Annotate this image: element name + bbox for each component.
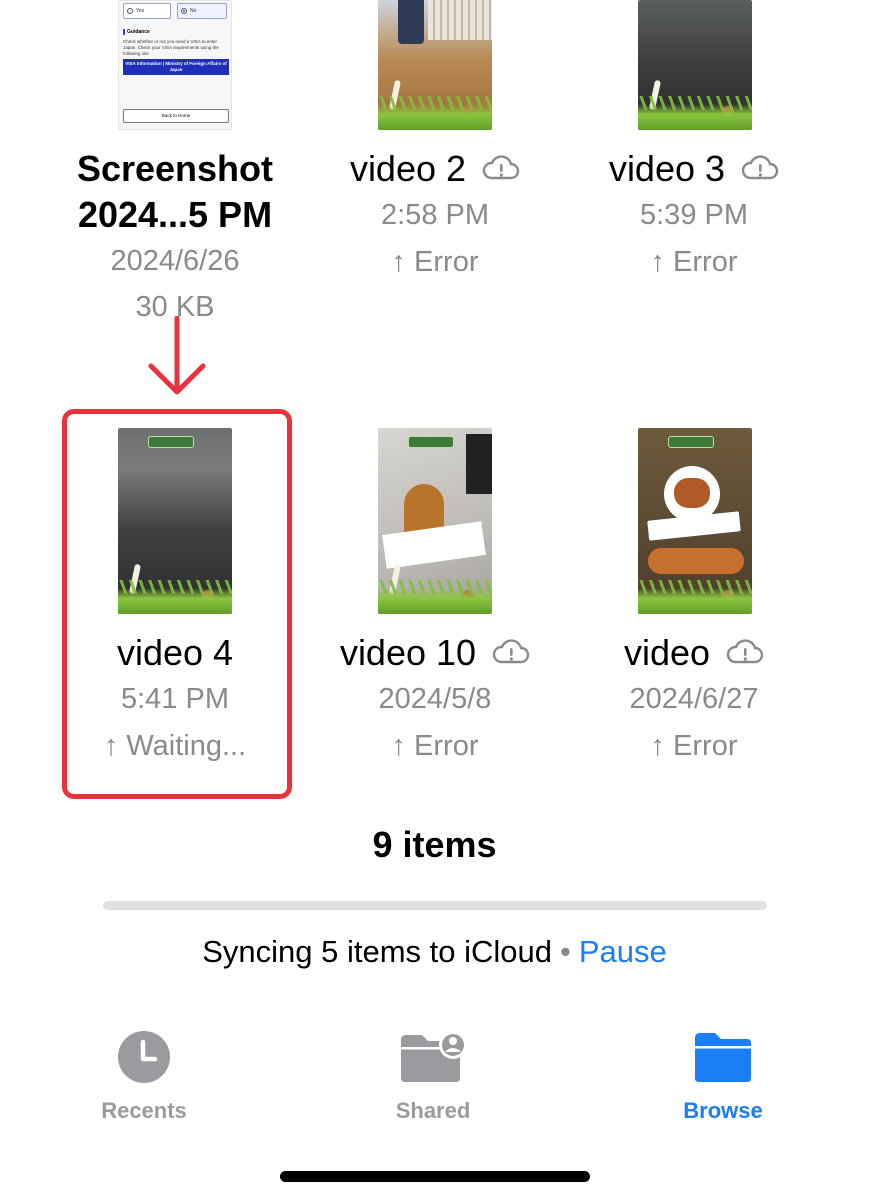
yes-option: Yes [123,3,171,19]
video-3-thumbnail[interactable] [638,0,752,130]
sign-sticker [148,436,194,448]
cloud-warning-icon [482,155,520,180]
file-date: 2024/5/8 [378,683,492,715]
laptop-image [466,434,492,494]
clock-icon [118,1031,170,1083]
grass-border [118,580,232,614]
cloud-warning-icon [741,155,779,180]
video-thumbnail[interactable] [638,428,752,614]
grass-border [638,580,752,614]
grass-border [378,96,492,130]
yes-label: Yes [136,8,145,14]
radio-icon [127,8,133,14]
guidance-heading: Guidance [123,29,150,35]
sync-progress-bar [103,901,767,910]
file-name-row: video 10 [315,630,555,676]
sync-status: Syncing 5 items to iCloud • Pause [0,932,869,972]
grass-border [378,580,492,614]
tab-browse[interactable]: Browse [633,1030,813,1124]
file-name: video 2 [349,148,467,189]
tab-label: Recents [101,1098,187,1123]
file-item-video-4[interactable]: video 4 5:41 PM ↑ Waiting... [55,630,295,770]
cloud-warning-icon [492,639,530,664]
label-image [647,511,741,541]
file-name: video [623,632,711,673]
upload-status: ↑ Error [391,730,479,762]
file-name-row: video 3 [574,146,814,192]
file-date: 5:41 PM [121,683,229,715]
bookshelf-image [428,0,492,40]
file-name-line2: 2024...5 PM [77,194,273,235]
file-name: video 3 [608,148,726,189]
radio-selected-icon [181,8,187,14]
cloud-warning-icon [726,639,764,664]
no-option: No [177,3,227,19]
tab-label: Shared [395,1098,471,1123]
tab-recents[interactable]: Recents [54,1030,234,1124]
grass-border [638,96,752,130]
upload-status: ↑ Error [391,246,479,278]
visa-link: VISA Information | Ministry of Foreign A… [123,59,229,75]
pause-button[interactable]: Pause [579,934,667,969]
arrow-down-icon [148,316,206,395]
file-item-video-10[interactable]: video 10 2024/5/8 ↑ Error [315,630,555,770]
upload-status: ↑ Error [650,730,738,762]
file-date: 5:39 PM [640,199,748,231]
file-name: Screenshot [76,148,274,189]
folder-icon [695,1033,751,1082]
file-name-row: video [574,630,814,676]
file-name: video 4 [116,632,234,673]
file-date: 2024/6/27 [629,683,759,715]
video-10-thumbnail[interactable] [378,428,492,614]
person-image [398,0,424,44]
file-date: 2024/6/26 [110,245,240,277]
file-item-video-3[interactable]: video 3 5:39 PM ↑ Error [574,146,814,286]
hotdog-image [674,478,710,508]
file-item-video-2[interactable]: video 2 2:58 PM ↑ Error [315,146,555,286]
upload-status: ↑ Error [650,246,738,278]
video-4-thumbnail[interactable] [118,428,232,614]
file-name: video 10 [339,632,477,673]
guidance-text: Check whether or not you need a VISA to … [123,39,219,56]
file-item-video[interactable]: video 2024/6/27 ↑ Error [574,630,814,770]
shared-folder-icon [401,1031,467,1082]
home-indicator[interactable] [280,1171,590,1182]
tab-label: Browse [683,1098,763,1123]
separator: • [560,934,571,969]
sign-sticker [668,436,714,448]
bread-image [648,548,744,574]
back-to-home: Back to Home [123,109,229,123]
screenshot-thumbnail[interactable]: Yes No Guidance Check whether or not you… [118,0,232,130]
file-item-screenshot[interactable]: Screenshot 2024...5 PM 2024/6/26 30 KB [55,146,295,329]
sign-sticker [408,436,454,448]
upload-status: ↑ Waiting... [103,730,247,762]
file-date: 2:58 PM [381,199,489,231]
no-label: No [190,8,197,14]
file-name-row: video 2 [315,146,555,192]
card-image [382,521,486,569]
sync-text: Syncing 5 items to iCloud [202,934,552,969]
video-2-thumbnail[interactable] [378,0,492,130]
items-count: 9 items [372,824,497,865]
tab-shared[interactable]: Shared [343,1030,523,1124]
